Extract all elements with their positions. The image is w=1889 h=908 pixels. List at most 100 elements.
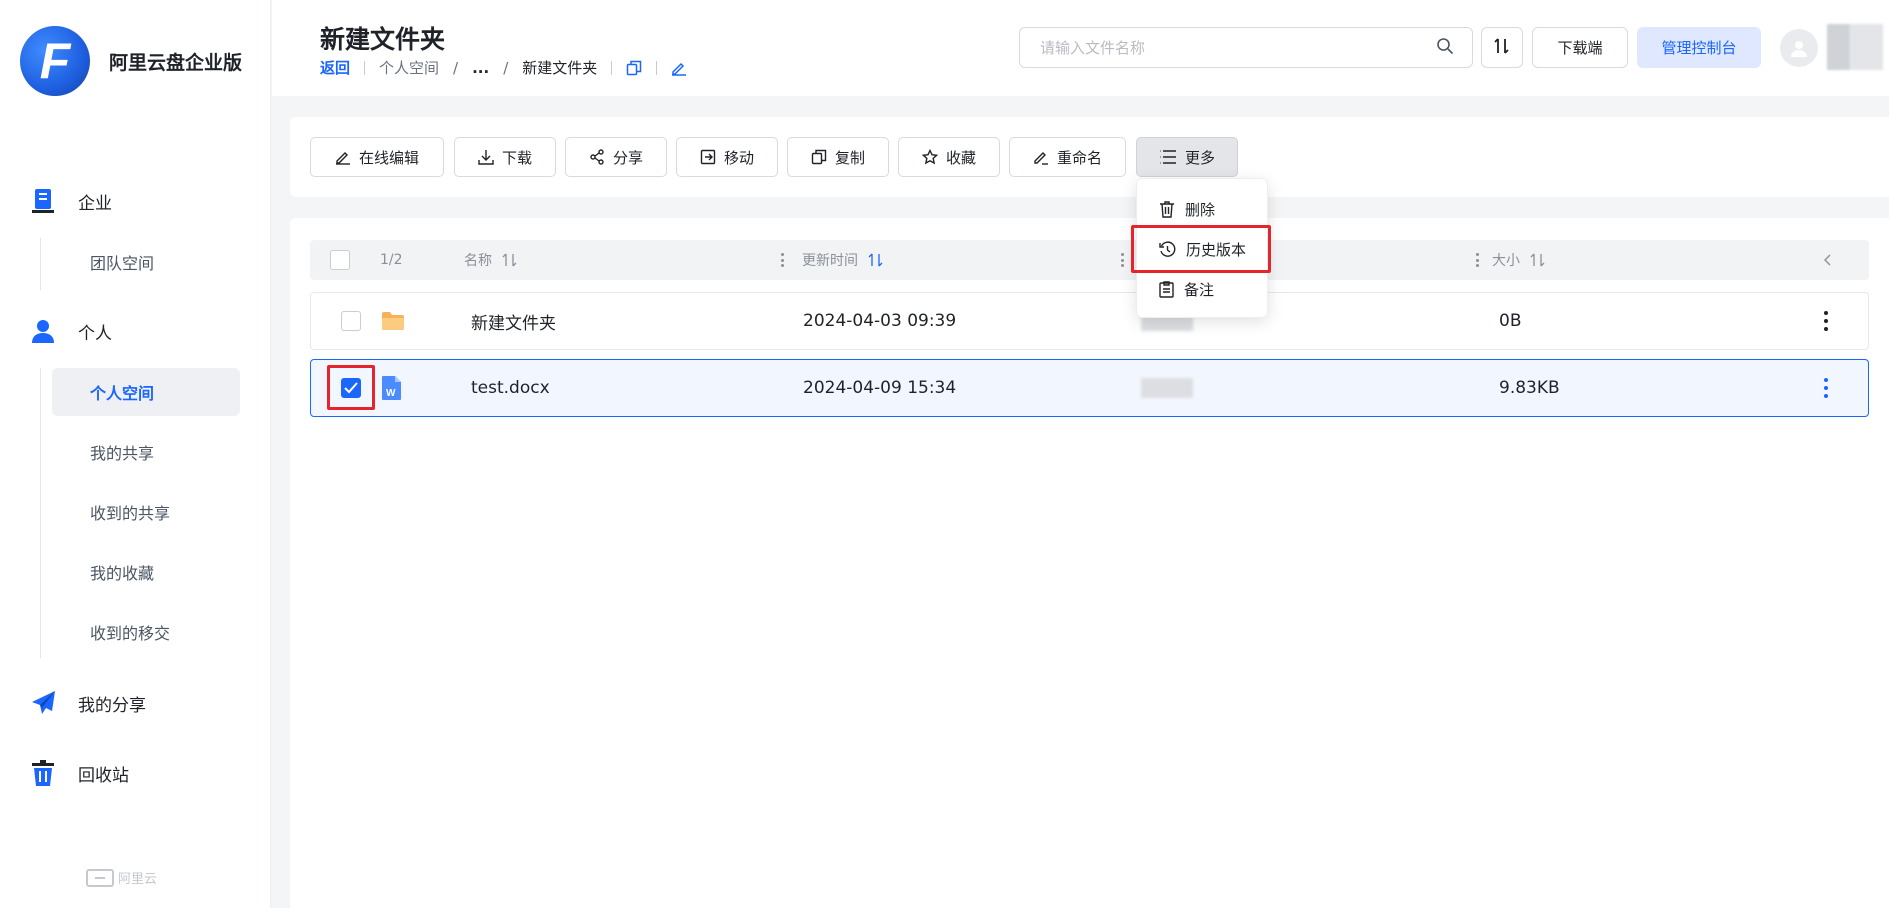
copy-path-icon[interactable]: [626, 60, 642, 76]
aliyun-logo-icon: [86, 868, 114, 887]
search-input[interactable]: [1040, 38, 1436, 57]
nav-group-my-share[interactable]: 我的分享: [28, 688, 146, 718]
row-checkbox[interactable]: [341, 311, 361, 331]
page-title: 新建文件夹: [320, 25, 446, 54]
copy-icon: [811, 149, 827, 165]
collapse-icon[interactable]: [1822, 240, 1832, 280]
table-row[interactable]: 新建文件夹 2024-04-03 09:39 0B: [310, 292, 1869, 350]
column-name-label: 名称: [464, 253, 492, 269]
redacted-field: [1141, 378, 1193, 398]
paper-plane-icon: [28, 688, 58, 718]
menu-item-history-version[interactable]: 历史版本: [1137, 229, 1269, 269]
nav-label-recycle-bin: 回收站: [78, 765, 129, 786]
admin-console-button[interactable]: 管理控制台: [1637, 27, 1761, 68]
online-edit-button[interactable]: 在线编辑: [310, 137, 444, 177]
nav-label-personal: 个人: [78, 323, 112, 344]
file-list: 1/2 名称 更新时间 大小 新建文件夹 2024-04-03 09:39 0B: [290, 218, 1889, 908]
rename-icon: [1034, 152, 1048, 165]
row-checkbox[interactable]: [341, 378, 361, 398]
move-button[interactable]: 移动: [676, 137, 778, 177]
file-name[interactable]: 新建文件夹: [471, 293, 556, 349]
share-label: 分享: [612, 148, 643, 167]
breadcrumb-current: 新建文件夹: [522, 59, 598, 77]
brand[interactable]: F 阿里云盘企业版: [20, 26, 242, 96]
word-doc-icon: W: [381, 360, 403, 416]
folder-icon: [381, 293, 405, 349]
sidebar-item-personal-space[interactable]: 个人空间: [52, 368, 240, 416]
trash-icon: [1160, 200, 1174, 218]
back-link[interactable]: 返回: [320, 57, 350, 78]
nav-group-recycle-bin[interactable]: 回收站: [28, 758, 129, 788]
share-button[interactable]: 分享: [565, 137, 667, 177]
column-resize-handle[interactable]: [1475, 253, 1479, 267]
breadcrumb-root[interactable]: 个人空间: [379, 57, 439, 78]
download-label: 下载: [501, 148, 532, 167]
building-icon: [28, 186, 58, 216]
breadcrumb-ellipsis[interactable]: ...: [472, 59, 489, 77]
search-icon[interactable]: [1436, 37, 1454, 59]
nav-group-personal[interactable]: 个人: [28, 316, 112, 346]
column-resize-handle[interactable]: [1120, 253, 1124, 267]
breadcrumb-separator: /: [453, 58, 459, 77]
more-menu: 删除 历史版本 备注: [1136, 178, 1268, 318]
divider: [656, 60, 658, 75]
download-button[interactable]: 下载: [454, 137, 556, 177]
tree-line: [40, 238, 41, 290]
breadcrumb-separator: /: [503, 58, 509, 77]
selection-count-text: 1/2: [380, 252, 403, 268]
column-header-size[interactable]: 大小: [1492, 240, 1546, 280]
user-name-redacted[interactable]: [1827, 24, 1883, 70]
file-updated: 2024-04-03 09:39: [803, 311, 957, 331]
app-logo: F: [20, 26, 90, 96]
column-size-label: 大小: [1492, 253, 1520, 269]
sidebar-item-received-shares[interactable]: 收到的共享: [52, 488, 240, 536]
row-more-icon[interactable]: [1824, 378, 1828, 398]
sort-icon[interactable]: [502, 253, 518, 267]
move-icon: [700, 149, 716, 165]
breadcrumb: 返回 个人空间 / ... / 新建文件夹: [320, 57, 687, 78]
more-button[interactable]: 更多: [1136, 137, 1238, 177]
sidebar-item-team-space[interactable]: 团队空间: [52, 238, 240, 286]
footer-logo: 阿里云: [86, 868, 157, 887]
sort-active-icon[interactable]: [868, 253, 884, 267]
history-icon: [1159, 241, 1176, 257]
search-box[interactable]: [1019, 27, 1473, 68]
sidebar-item-my-favorites[interactable]: 我的收藏: [52, 548, 240, 596]
column-updated-label: 更新时间: [802, 253, 858, 269]
select-all-checkbox[interactable]: [330, 250, 350, 270]
toolbar: 在线编辑 下载 分享 移动 复制 收藏 重命名 更多: [290, 117, 1889, 197]
nav-label-enterprise: 企业: [78, 193, 112, 214]
sidebar-item-my-shares[interactable]: 我的共享: [52, 428, 240, 476]
menu-item-label: 历史版本: [1186, 240, 1247, 259]
menu-item-label: 备注: [1184, 280, 1215, 299]
selection-count: 1/2: [380, 240, 403, 280]
sidebar: F 阿里云盘企业版 企业 团队空间 个人 个人空间 我的共享 收到的共享 我的收…: [0, 0, 271, 908]
edit-title-icon[interactable]: [671, 60, 687, 76]
star-icon: [921, 149, 938, 165]
column-resize-handle[interactable]: [780, 253, 784, 267]
copy-button[interactable]: 复制: [787, 137, 889, 177]
sort-icon[interactable]: [1530, 253, 1546, 267]
file-name[interactable]: test.docx: [471, 360, 550, 416]
edit-icon: [335, 152, 350, 165]
rename-button[interactable]: 重命名: [1009, 137, 1126, 177]
nav-group-enterprise[interactable]: 企业: [28, 186, 112, 216]
download-client-button[interactable]: 下载端: [1532, 27, 1628, 68]
favorite-button[interactable]: 收藏: [898, 137, 1000, 177]
file-list-header: 1/2 名称 更新时间 大小: [310, 240, 1869, 280]
column-header-updated[interactable]: 更新时间: [802, 240, 884, 280]
table-row[interactable]: W test.docx 2024-04-09 15:34 9.83KB: [310, 359, 1869, 417]
copy-label: 复制: [834, 148, 865, 167]
sort-toggle-button[interactable]: [1481, 27, 1523, 68]
sidebar-item-received-transfers[interactable]: 收到的移交: [52, 608, 240, 656]
menu-item-delete[interactable]: 删除: [1137, 189, 1269, 229]
file-updated: 2024-04-09 15:34: [803, 378, 957, 398]
menu-item-note[interactable]: 备注: [1137, 269, 1269, 309]
checkmark-icon: [344, 382, 358, 394]
more-label: 更多: [1184, 148, 1215, 167]
column-header-name[interactable]: 名称: [464, 240, 518, 280]
user-icon: [28, 316, 58, 346]
sort-icon: [1493, 37, 1511, 59]
row-more-icon[interactable]: [1824, 311, 1828, 331]
avatar[interactable]: [1780, 29, 1818, 67]
